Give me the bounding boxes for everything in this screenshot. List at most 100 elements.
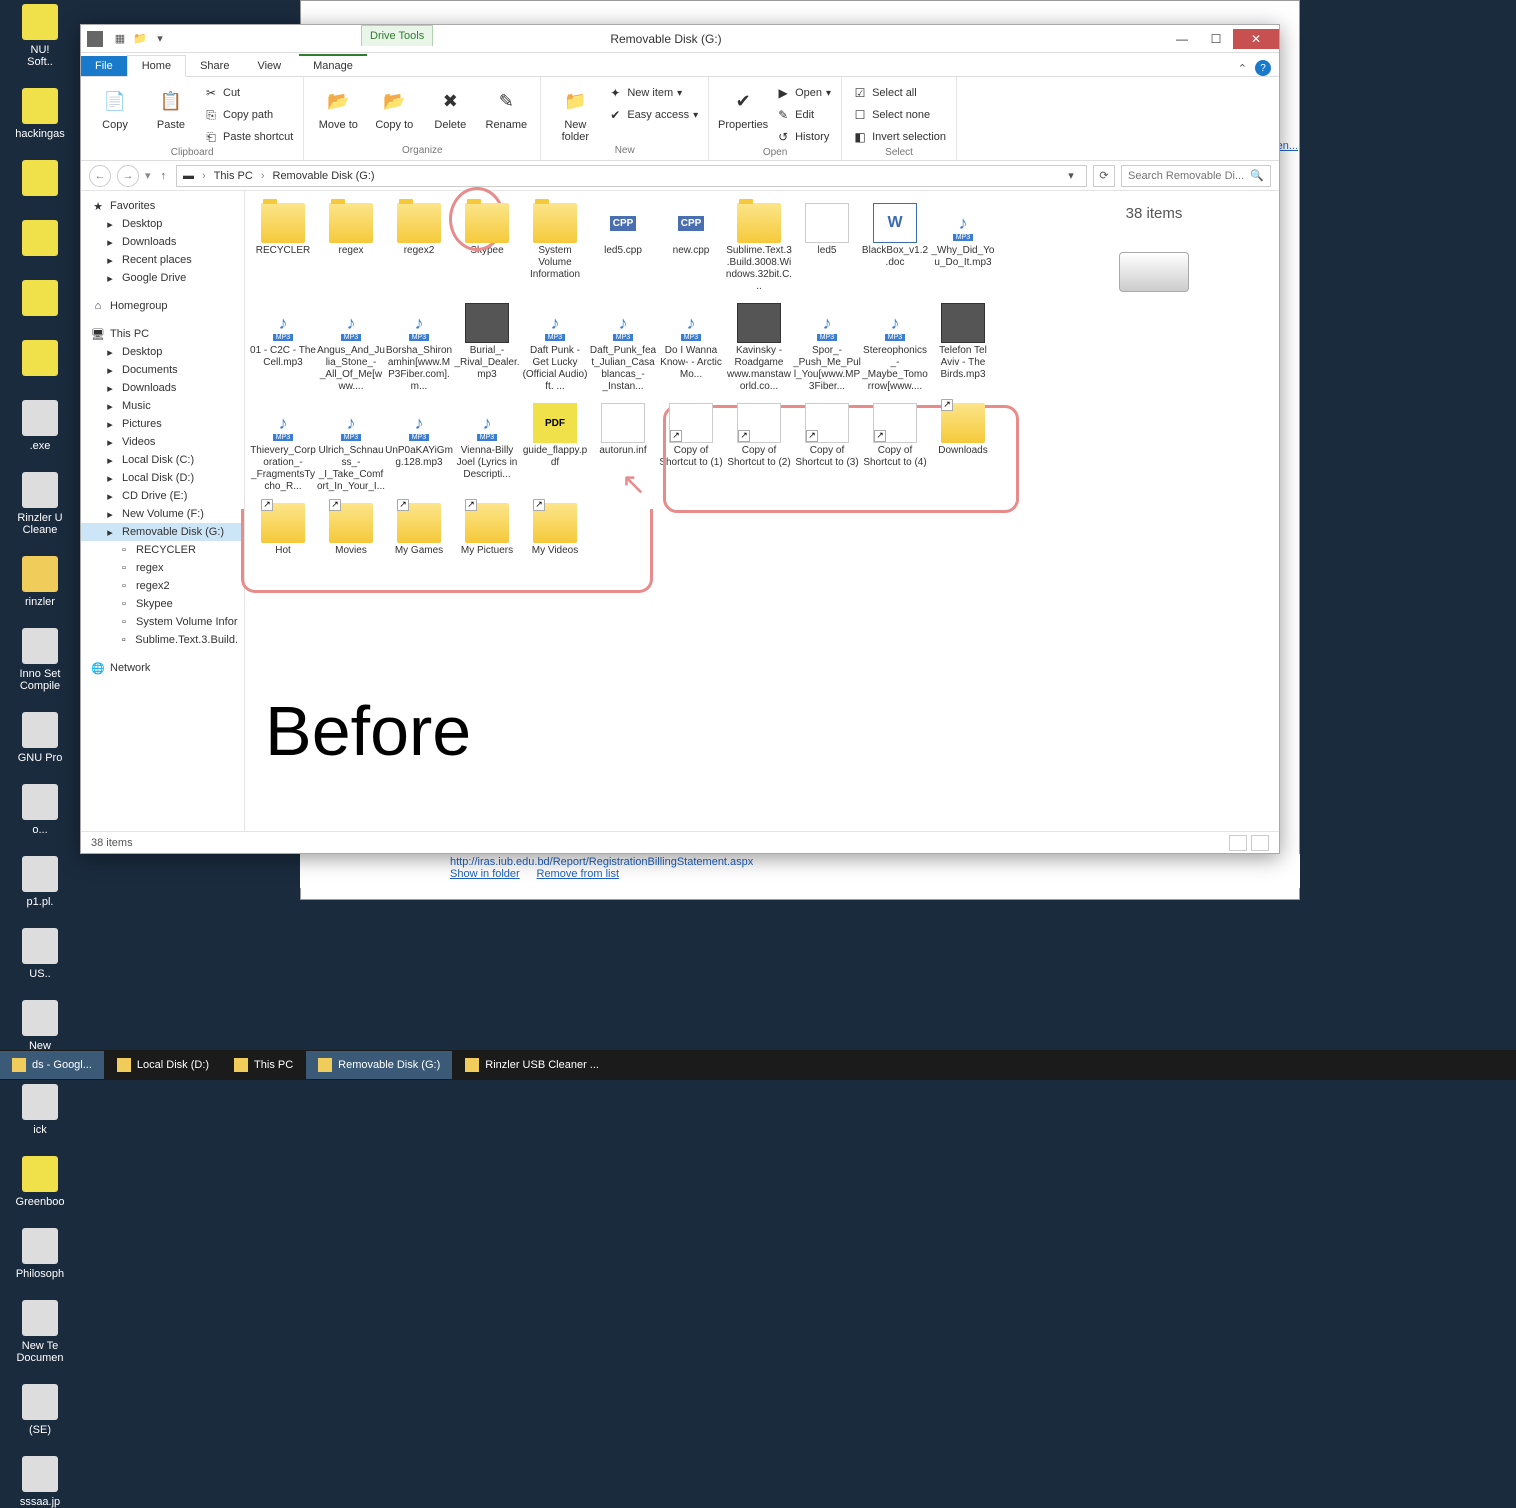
- desktop-icon[interactable]: p1.pl.: [4, 856, 76, 908]
- file-item[interactable]: Copy of Shortcut to (2): [725, 403, 793, 493]
- nav-pc-item[interactable]: ▸Downloads: [81, 379, 244, 397]
- file-item[interactable]: Copy of Shortcut to (1): [657, 403, 725, 493]
- rename-button[interactable]: ✎Rename: [482, 81, 530, 131]
- file-item[interactable]: System Volume Information: [521, 203, 589, 293]
- nav-fav-item[interactable]: ▸Recent places: [81, 251, 244, 269]
- taskbar-item[interactable]: Local Disk (D:): [105, 1051, 221, 1079]
- tab-file[interactable]: File: [81, 56, 127, 76]
- breadcrumb[interactable]: ▬ This PC Removable Disk (G:) ▾: [176, 165, 1087, 187]
- nav-pc-item[interactable]: ▸Removable Disk (G:): [81, 523, 244, 541]
- search-box[interactable]: 🔍: [1121, 165, 1271, 187]
- crumb-drive[interactable]: Removable Disk (G:): [273, 170, 375, 182]
- file-item[interactable]: autorun.inf: [589, 403, 657, 493]
- taskbar-item[interactable]: Removable Disk (G:): [306, 1051, 452, 1079]
- file-item[interactable]: Kavinsky - Roadgame www.manstaworld.co..…: [725, 303, 793, 393]
- file-item[interactable]: MP3Do I Wanna Know- - Arctic Mo...: [657, 303, 725, 393]
- file-item[interactable]: BlackBox_v1.2.doc: [861, 203, 929, 293]
- desktop-icon[interactable]: Inno SetCompile: [4, 628, 76, 692]
- desktop-icon[interactable]: [4, 280, 76, 320]
- desktop-icon[interactable]: Philosoph: [4, 1228, 76, 1280]
- file-item[interactable]: MP3Angus_And_Julia_Stone_-_All_Of_Me[www…: [317, 303, 385, 393]
- desktop-icon[interactable]: [4, 160, 76, 200]
- nav-fav-item[interactable]: ▸Google Drive: [81, 269, 244, 287]
- nav-sub-item[interactable]: ▫regex: [81, 559, 244, 577]
- history-button[interactable]: ↺History: [775, 127, 831, 147]
- desktop-icon[interactable]: ick: [4, 1084, 76, 1136]
- nav-pc-item[interactable]: ▸Local Disk (C:): [81, 451, 244, 469]
- nav-sub-item[interactable]: ▫regex2: [81, 577, 244, 595]
- nav-fav-item[interactable]: ▸Downloads: [81, 233, 244, 251]
- taskbar-item[interactable]: ds - Googl...: [0, 1051, 104, 1079]
- tab-manage[interactable]: Manage: [299, 54, 367, 76]
- nav-sub-item[interactable]: ▫RECYCLER: [81, 541, 244, 559]
- desktop-icon[interactable]: [4, 220, 76, 260]
- refresh-button[interactable]: ⟳: [1093, 165, 1115, 187]
- nav-sub-item[interactable]: ▫Skypee: [81, 595, 244, 613]
- properties-button[interactable]: ✔Properties: [719, 81, 767, 131]
- file-item[interactable]: MP3UnP0aKAYiGmg.128.mp3: [385, 403, 453, 493]
- file-item[interactable]: MP3Stereophonics_-_Maybe_Tomorrow[www...…: [861, 303, 929, 393]
- copyto-button[interactable]: 📂Copy to: [370, 81, 418, 131]
- tab-share[interactable]: Share: [186, 56, 243, 76]
- file-item[interactable]: Hot: [249, 503, 317, 557]
- desktop-icon[interactable]: o...: [4, 784, 76, 836]
- file-item[interactable]: MP3Borsha_Shironamhin[www.MP3Fiber.com].…: [385, 303, 453, 393]
- paste-button[interactable]: 📋Paste: [147, 81, 195, 131]
- file-grid[interactable]: ↖ Before RECYCLERregexregex2SkypeeSystem…: [245, 191, 1029, 831]
- desktop-icon[interactable]: NU!Soft..: [4, 4, 76, 68]
- nav-thispc[interactable]: 🖥This PC: [81, 325, 244, 343]
- up-button[interactable]: ↑: [157, 170, 171, 182]
- file-item[interactable]: MP3Spor_-_Push_Me_Pull_You[www.MP3Fiber.…: [793, 303, 861, 393]
- file-item[interactable]: Downloads: [929, 403, 997, 493]
- nav-homegroup[interactable]: ⌂Homegroup: [81, 297, 244, 315]
- open-button[interactable]: ▶Open ▾: [775, 83, 831, 103]
- file-item[interactable]: MP3Ulrich_Schnauss_-_I_Take_Comfort_In_Y…: [317, 403, 385, 493]
- taskbar-item[interactable]: This PC: [222, 1051, 305, 1079]
- nav-pc-item[interactable]: ▸Desktop: [81, 343, 244, 361]
- maximize-button[interactable]: ☐: [1199, 29, 1233, 49]
- moveto-button[interactable]: 📂Move to: [314, 81, 362, 131]
- file-item[interactable]: MP3Vienna-Billy Joel (Lyrics in Descript…: [453, 403, 521, 493]
- file-item[interactable]: Skypee: [453, 203, 521, 293]
- desktop-icon[interactable]: Rinzler UCleane: [4, 472, 76, 536]
- back-button[interactable]: ←: [89, 165, 111, 187]
- crumb-dropdown-icon[interactable]: ▾: [1062, 169, 1080, 182]
- file-item[interactable]: regex2: [385, 203, 453, 293]
- context-tab-drive-tools[interactable]: Drive Tools: [361, 25, 433, 46]
- taskbar-item[interactable]: Rinzler USB Cleaner ...: [453, 1051, 611, 1079]
- file-item[interactable]: MP3Daft_Punk_feat_Julian_Casablancas_-_I…: [589, 303, 657, 393]
- nav-network[interactable]: 🌐Network: [81, 659, 244, 677]
- nav-fav-item[interactable]: ▸Desktop: [81, 215, 244, 233]
- nav-pc-item[interactable]: ▸Pictures: [81, 415, 244, 433]
- file-item[interactable]: regex: [317, 203, 385, 293]
- qat-newfolder-icon[interactable]: 📁: [133, 32, 147, 46]
- file-item[interactable]: My Games: [385, 503, 453, 557]
- ribbon-collapse-icon[interactable]: ⌃: [1238, 62, 1247, 75]
- nav-favorites[interactable]: ★Favorites: [81, 197, 244, 215]
- selectall-button[interactable]: ☑Select all: [852, 83, 946, 103]
- file-item[interactable]: My Pictuers: [453, 503, 521, 557]
- nav-sub-item[interactable]: ▫System Volume Infor: [81, 613, 244, 631]
- recent-dropdown-icon[interactable]: ▾: [145, 169, 151, 182]
- desktop-icon[interactable]: rinzler: [4, 556, 76, 608]
- nav-pc-item[interactable]: ▸Videos: [81, 433, 244, 451]
- file-item[interactable]: new.cpp: [657, 203, 725, 293]
- pasteshortcut-button[interactable]: ⎗Paste shortcut: [203, 127, 293, 147]
- desktop-icon[interactable]: Greenboo: [4, 1156, 76, 1208]
- file-item[interactable]: Copy of Shortcut to (4): [861, 403, 929, 493]
- copy-button[interactable]: 📄Copy: [91, 81, 139, 131]
- forward-button[interactable]: →: [117, 165, 139, 187]
- file-item[interactable]: My Videos: [521, 503, 589, 557]
- help-icon[interactable]: ?: [1255, 60, 1271, 76]
- file-item[interactable]: led5: [793, 203, 861, 293]
- file-item[interactable]: guide_flappy.pdf: [521, 403, 589, 493]
- file-item[interactable]: MP3Thievery_Corporation_-_FragmentsTycho…: [249, 403, 317, 493]
- file-item[interactable]: Telefon Tel Aviv - The Birds.mp3: [929, 303, 997, 393]
- qat-properties-icon[interactable]: ▦: [113, 32, 127, 46]
- nav-pc-item[interactable]: ▸Local Disk (D:): [81, 469, 244, 487]
- view-icons-button[interactable]: [1251, 835, 1269, 851]
- nav-pc-item[interactable]: ▸New Volume (F:): [81, 505, 244, 523]
- edit-button[interactable]: ✎Edit: [775, 105, 831, 125]
- invertselection-button[interactable]: ◧Invert selection: [852, 127, 946, 147]
- file-item[interactable]: Copy of Shortcut to (3): [793, 403, 861, 493]
